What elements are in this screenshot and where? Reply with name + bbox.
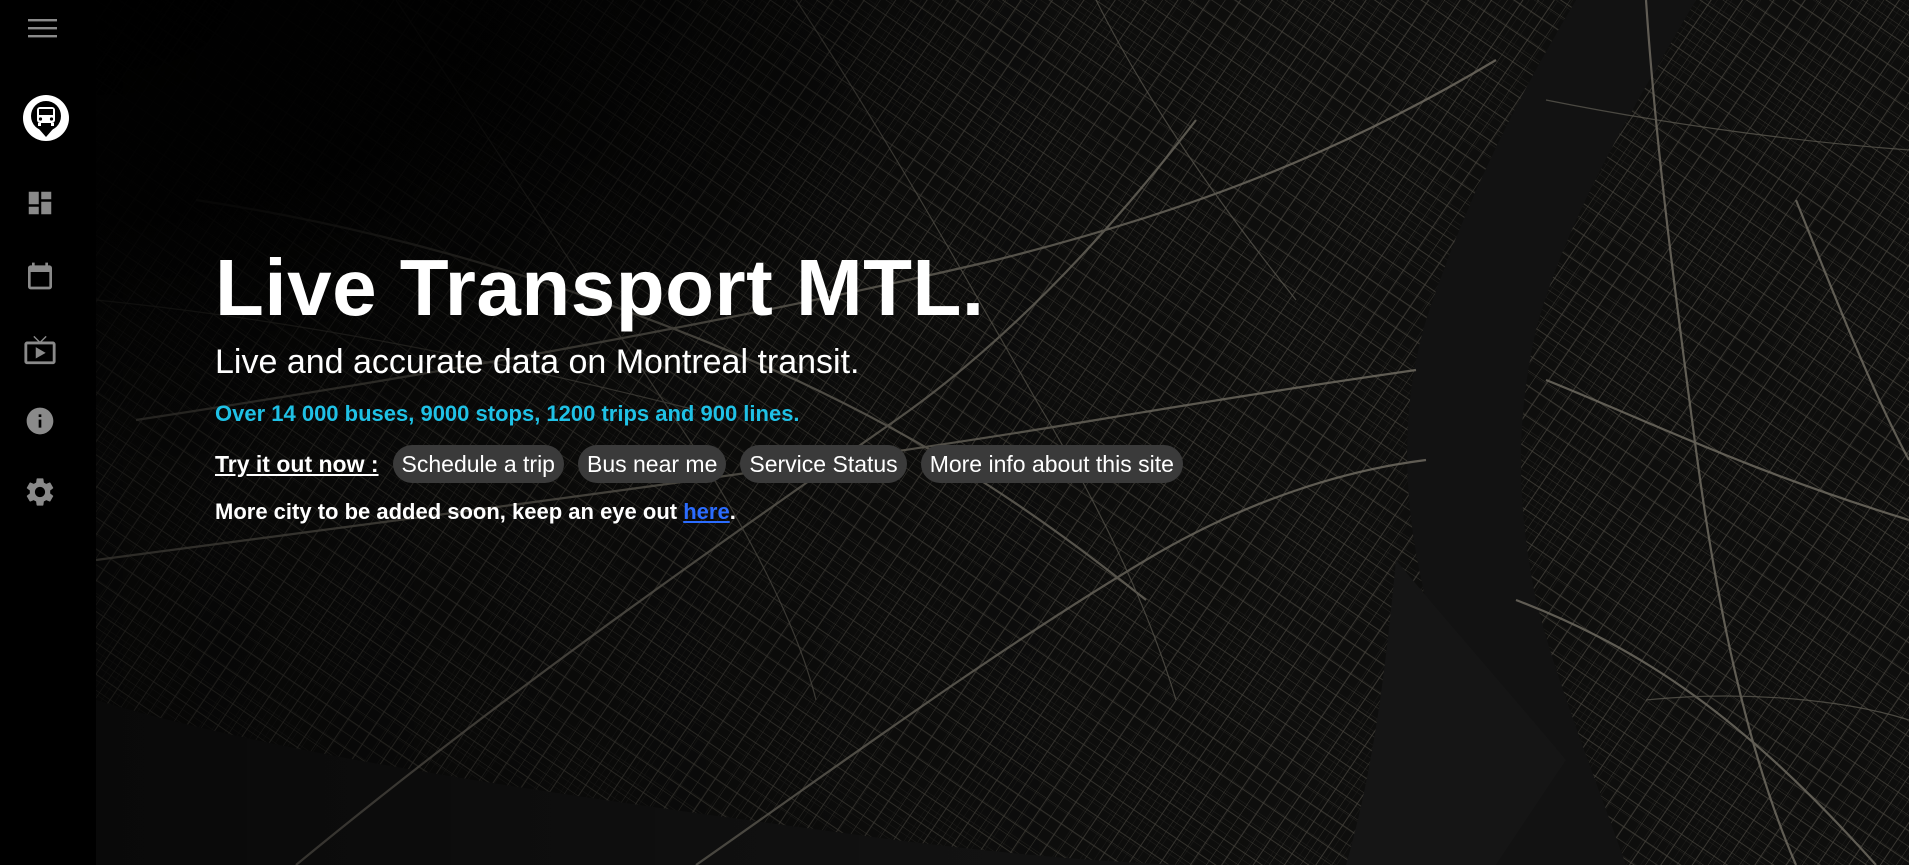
try-it-label: Try it out now : (215, 450, 379, 477)
more-info-button[interactable]: More info about this site (920, 445, 1183, 483)
page-title: Live Transport MTL. (215, 243, 985, 332)
bus-logo-icon[interactable] (21, 93, 71, 143)
dashboard-icon[interactable] (25, 188, 55, 218)
more-cities-suffix: . (729, 499, 736, 524)
menu-icon[interactable] (27, 16, 59, 40)
page-subtitle: Live and accurate data on Montreal trans… (215, 343, 860, 381)
settings-icon[interactable] (23, 475, 57, 509)
more-cities-label: More city to be added soon, keep an eye … (215, 499, 684, 524)
hero-section: Live Transport MTL. Live and accurate da… (215, 240, 1197, 526)
try-it-row: Try it out now : Schedule a trip Bus nea… (215, 444, 1197, 484)
sidebar (0, 0, 96, 865)
stats-text: Over 14 000 buses, 9000 stops, 1200 trip… (215, 401, 800, 426)
info-icon[interactable] (24, 405, 56, 437)
bus-near-me-button[interactable]: Bus near me (577, 445, 727, 483)
here-link[interactable]: here (683, 499, 729, 524)
more-cities-text: More city to be added soon, keep an eye … (215, 498, 1197, 526)
live-tv-icon[interactable] (23, 333, 57, 367)
service-status-button[interactable]: Service Status (740, 445, 907, 483)
calendar-icon[interactable] (24, 260, 56, 292)
schedule-trip-button[interactable]: Schedule a trip (392, 445, 564, 483)
